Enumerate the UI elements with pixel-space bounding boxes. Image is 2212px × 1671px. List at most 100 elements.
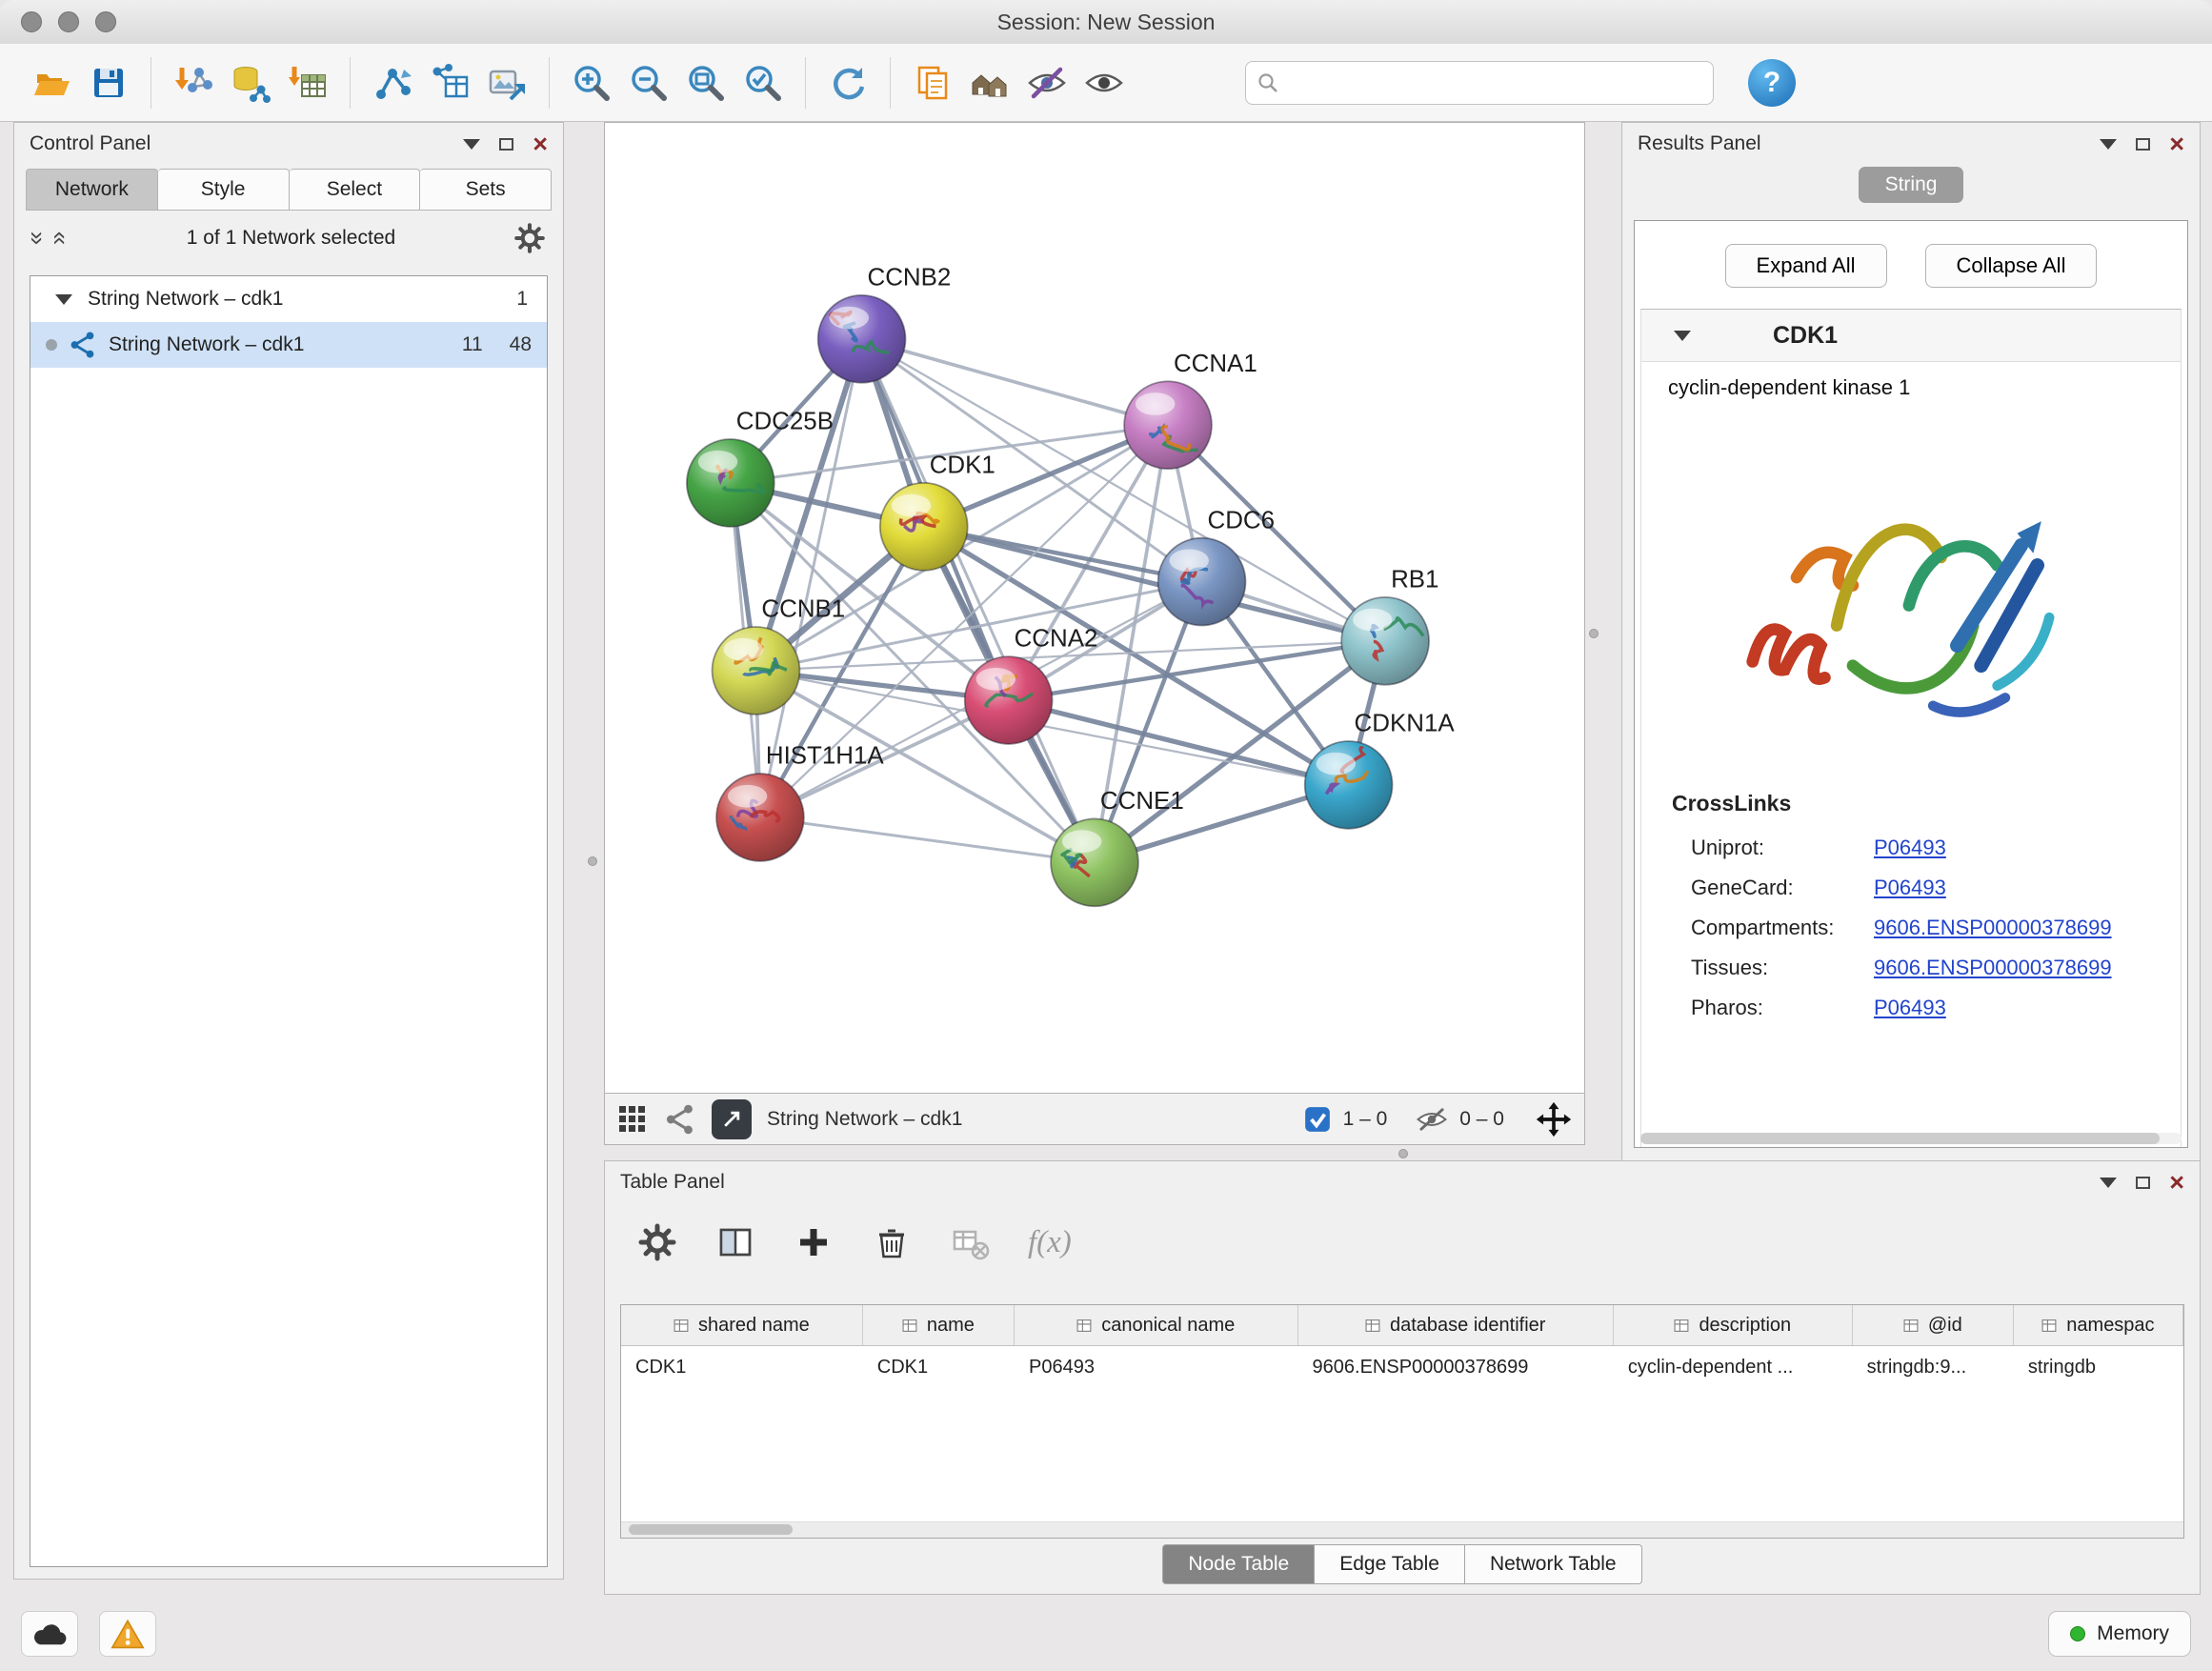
network-node-cdkn1a[interactable]: CDKN1A bbox=[1305, 711, 1456, 829]
results-hscrollbar-thumb[interactable] bbox=[1640, 1133, 2160, 1144]
zoom-in-button[interactable] bbox=[563, 52, 620, 113]
column-grid-icon bbox=[1903, 1319, 1920, 1333]
tab-edge-table[interactable]: Edge Table bbox=[1315, 1544, 1465, 1584]
network-node-ccna1[interactable]: CCNA1 bbox=[1124, 351, 1257, 469]
network-node-cdc25b[interactable]: CDC25B bbox=[687, 409, 834, 527]
help-button[interactable]: ? bbox=[1748, 59, 1796, 107]
cloud-status-button[interactable] bbox=[21, 1611, 78, 1657]
network-edge[interactable] bbox=[862, 339, 1168, 425]
network-node-hist1h1a[interactable]: HIST1H1A bbox=[716, 743, 884, 861]
network-collection-row[interactable]: String Network – cdk1 1 bbox=[30, 276, 547, 322]
column-header-canonical-name[interactable]: canonical name bbox=[1015, 1305, 1298, 1345]
left-splitter-handle[interactable] bbox=[588, 856, 597, 866]
table-hscrollbar[interactable] bbox=[621, 1521, 2183, 1538]
selected-checkbox-icon[interactable] bbox=[1303, 1105, 1332, 1134]
import-network-from-database-button[interactable] bbox=[222, 52, 279, 113]
save-session-button[interactable] bbox=[80, 52, 137, 113]
crosslink-link[interactable]: P06493 bbox=[1874, 996, 1946, 1020]
bottom-splitter-handle[interactable] bbox=[1398, 1149, 1408, 1158]
toolbar-separator bbox=[350, 57, 351, 109]
network-node-cdk1[interactable]: CDK1 bbox=[880, 453, 995, 571]
network-edge[interactable] bbox=[862, 339, 1095, 863]
network-graph[interactable]: CCNB2CCNA1CDC25BCDK1CDC6RB1CCNB1CCNA2CDK… bbox=[605, 123, 1584, 1093]
hide-graphics-button[interactable] bbox=[1018, 52, 1076, 113]
import-network-from-file-button[interactable] bbox=[165, 52, 222, 113]
minimize-window-button[interactable] bbox=[58, 11, 79, 32]
panel-menu-icon[interactable] bbox=[463, 139, 480, 150]
delete-column-trash-icon[interactable] bbox=[872, 1222, 912, 1262]
import-table-from-file-button[interactable] bbox=[279, 52, 336, 113]
zoom-window-button[interactable] bbox=[95, 11, 116, 32]
close-panel-icon[interactable]: × bbox=[2169, 1173, 2184, 1192]
search-input[interactable] bbox=[1288, 70, 1701, 95]
show-all-views-button[interactable] bbox=[961, 52, 1018, 113]
panel-menu-icon[interactable] bbox=[2100, 1178, 2117, 1188]
table-row[interactable]: CDK1CDK1P064939606.ENSP00000378699cyclin… bbox=[621, 1346, 2183, 1388]
copy-document-button[interactable] bbox=[904, 52, 961, 113]
column-header-shared-name[interactable]: shared name bbox=[621, 1305, 863, 1345]
window-titlebar: Session: New Session bbox=[0, 0, 2212, 45]
column-header-name[interactable]: name bbox=[863, 1305, 1015, 1345]
network-row[interactable]: String Network – cdk1 11 48 bbox=[30, 322, 547, 368]
column-header-database-identifier[interactable]: database identifier bbox=[1298, 1305, 1614, 1345]
network-canvas[interactable]: CCNB2CCNA1CDC25BCDK1CDC6RB1CCNB1CCNA2CDK… bbox=[604, 122, 1585, 1094]
crosslink-link[interactable]: P06493 bbox=[1874, 876, 1946, 900]
open-session-button[interactable] bbox=[23, 52, 80, 113]
network-edge[interactable] bbox=[760, 817, 1095, 862]
tab-node-table[interactable]: Node Table bbox=[1162, 1544, 1315, 1584]
pan-crosshair-icon[interactable] bbox=[1535, 1100, 1573, 1138]
zoom-out-button[interactable] bbox=[620, 52, 677, 113]
table-options-gear-icon[interactable] bbox=[637, 1222, 677, 1262]
results-hscrollbar[interactable] bbox=[1640, 1133, 2182, 1144]
panel-menu-icon[interactable] bbox=[2100, 139, 2117, 150]
collapse-all-button[interactable]: Collapse All bbox=[1925, 244, 2098, 288]
tab-network-table[interactable]: Network Table bbox=[1465, 1544, 1642, 1584]
export-image-button[interactable] bbox=[478, 52, 535, 113]
crosslink-link[interactable]: P06493 bbox=[1874, 836, 1946, 860]
expand-all-icon[interactable]: « bbox=[53, 232, 70, 245]
crosslink-link[interactable]: 9606.ENSP00000378699 bbox=[1874, 916, 2112, 940]
tab-style[interactable]: Style bbox=[158, 169, 290, 211]
expand-all-button[interactable]: Expand All bbox=[1725, 244, 1887, 288]
warnings-button[interactable] bbox=[99, 1611, 156, 1657]
grid-view-icon[interactable] bbox=[616, 1103, 649, 1136]
table-hscrollbar-thumb[interactable] bbox=[629, 1524, 793, 1535]
collection-label: String Network – cdk1 bbox=[88, 288, 283, 311]
add-column-plus-icon[interactable] bbox=[794, 1222, 834, 1262]
float-panel-icon[interactable] bbox=[499, 138, 513, 151]
clone-network-button[interactable] bbox=[364, 52, 421, 113]
toolbar-search[interactable] bbox=[1245, 61, 1714, 105]
right-splitter-handle[interactable] bbox=[1589, 629, 1599, 638]
show-columns-icon[interactable] bbox=[715, 1222, 755, 1262]
column-header-namespac[interactable]: namespac bbox=[2014, 1305, 2183, 1345]
collapse-all-icon[interactable]: » bbox=[30, 232, 47, 245]
network-from-table-button[interactable] bbox=[421, 52, 478, 113]
tab-network[interactable]: Network bbox=[26, 169, 158, 211]
tab-sets[interactable]: Sets bbox=[420, 169, 552, 211]
network-node-ccnb2[interactable]: CCNB2 bbox=[818, 265, 952, 383]
close-panel-icon[interactable]: × bbox=[2169, 134, 2184, 153]
close-window-button[interactable] bbox=[21, 11, 42, 32]
column-header-description[interactable]: description bbox=[1614, 1305, 1853, 1345]
float-panel-icon[interactable] bbox=[2136, 138, 2150, 151]
memory-button[interactable]: Memory bbox=[2048, 1611, 2191, 1657]
network-node-rb1[interactable]: RB1 bbox=[1341, 567, 1438, 685]
zoom-fit-button[interactable] bbox=[677, 52, 734, 113]
network-options-gear-icon[interactable] bbox=[513, 222, 546, 254]
zoom-selected-button[interactable] bbox=[734, 52, 792, 113]
collection-expand-icon[interactable] bbox=[55, 294, 72, 305]
show-graphics-button[interactable] bbox=[1076, 52, 1133, 113]
close-panel-icon[interactable]: × bbox=[533, 134, 548, 153]
hidden-eye-slash-icon[interactable] bbox=[1416, 1105, 1448, 1134]
export-view-button[interactable] bbox=[712, 1099, 752, 1139]
results-tab-string[interactable]: String bbox=[1859, 167, 1964, 203]
network-node-ccnb1[interactable]: CCNB1 bbox=[713, 596, 846, 715]
float-panel-icon[interactable] bbox=[2136, 1177, 2150, 1189]
apply-layout-button[interactable] bbox=[819, 52, 876, 113]
gene-collapse-icon[interactable] bbox=[1674, 331, 1691, 341]
birdseye-view-icon[interactable] bbox=[664, 1103, 696, 1136]
crosslink-link[interactable]: 9606.ENSP00000378699 bbox=[1874, 956, 2112, 980]
tab-select[interactable]: Select bbox=[290, 169, 421, 211]
gene-header[interactable]: CDK1 bbox=[1641, 310, 2181, 362]
column-header-@id[interactable]: @id bbox=[1853, 1305, 2014, 1345]
